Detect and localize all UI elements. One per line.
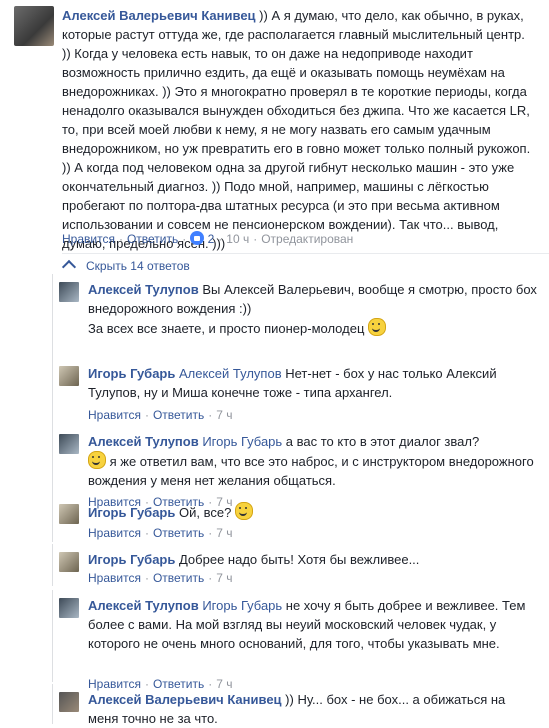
reply-button[interactable]: Ответить [153,408,204,422]
avatar[interactable] [59,552,79,572]
reply-body: Алексей Тулупов Игорь Губарь а вас то кт… [88,432,538,490]
author-name[interactable]: Игорь Губарь [88,366,175,381]
avatar[interactable] [59,504,79,524]
like-button[interactable]: Нравится [88,408,141,422]
reply-item: Алексей Тулупов Игорь Губарь не хочу я б… [52,590,549,691]
mention-tag[interactable]: Игорь Губарь [199,434,282,449]
author-name[interactable]: Алексей Тулупов [88,598,199,613]
timestamp[interactable]: 7 ч [216,571,232,585]
reply-text-line2: я же ответил вам, что все это наброс, и … [88,454,534,488]
reply-item: Игорь Губарь Алексей Тулупов Нет-нет - б… [52,358,549,426]
reply-item: Алексей Валерьевич Канивец )) Ну... бох … [52,684,549,726]
reply-body: Игорь Губарь Алексей Тулупов Нет-нет - б… [88,364,538,402]
mention-tag[interactable]: Игорь Губарь [199,598,282,613]
hide-replies-label: Скрыть 14 ответов [86,259,190,273]
chevron-up-icon [61,259,77,275]
like-button[interactable]: Нравится [88,571,141,585]
reply-item: Игорь Губарь Добрее надо быть! Хотя бы в… [52,544,549,586]
smile-emoji-icon [88,451,106,469]
reply-button[interactable]: Ответить [127,232,178,246]
reply-item: Алексей Тулупов Игорь Губарь а вас то кт… [52,426,549,509]
likes-count[interactable]: 2 [208,232,215,246]
reply-text: Ой, все? [175,505,235,520]
reply-item: Игорь Губарь Ой, все? Нравится · Ответить ·… [52,496,549,542]
like-button[interactable]: Нравится [88,526,141,540]
author-name[interactable]: Алексей Тулупов [88,434,199,449]
comment-actions: Нравится · Ответить · 2 · 10 ч · Отредактирован [62,231,354,246]
author-name[interactable]: Алексей Тулупов [88,282,199,297]
smile-emoji-icon [234,502,253,520]
author-name[interactable]: Алексей Валерьевич Канивец [88,692,282,707]
author-name[interactable]: Алексей Валерьевич Канивец [62,8,256,23]
like-button[interactable]: Нравится [62,232,115,246]
reply-item: Алексей Тулупов Вы Алексей Валерьевич, в… [52,274,549,358]
divider [62,253,549,254]
reply-text: а вас то кто в этот диалог звал? [282,434,480,449]
avatar[interactable] [59,434,79,454]
reply-actions: Нравится · Ответить · 7 ч [88,526,233,540]
avatar[interactable] [59,282,79,302]
reply-body: Игорь Губарь Ой, все? [88,502,538,522]
reply-text-line2: За всех все знаете, и просто пионер-моло… [88,321,368,336]
author-name[interactable]: Игорь Губарь [88,505,175,520]
reply-actions: Нравится · Ответить · 7 ч [88,571,233,585]
reply-button[interactable]: Ответить [153,526,204,540]
hide-replies-link[interactable]: Скрыть 14 ответов [61,256,190,276]
avatar[interactable] [59,692,79,712]
avatar[interactable] [59,598,79,618]
reply-body: Игорь Губарь Добрее надо быть! Хотя бы в… [88,550,538,569]
reply-actions: Нравится · Ответить · 7 ч [88,408,233,422]
reply-body: Алексей Тулупов Игорь Губарь не хочу я б… [88,596,538,653]
like-icon [190,231,205,245]
reply-body: Алексей Тулупов Вы Алексей Валерьевич, в… [88,280,538,338]
mention-tag[interactable]: Алексей Тулупов [175,366,282,381]
timestamp[interactable]: 10 ч [226,232,249,246]
comment-body: Алексей Валерьевич Канивец )) А я думаю,… [62,6,532,253]
reply-text: Добрее надо быть! Хотя бы вежливее... [175,552,420,567]
reply-button[interactable]: Ответить [153,571,204,585]
timestamp[interactable]: 7 ч [216,526,232,540]
comment-text: )) А я думаю, что дело, как обычно, в ру… [62,8,531,251]
smile-emoji-icon [368,318,386,336]
author-name[interactable]: Игорь Губарь [88,552,175,567]
timestamp[interactable]: 7 ч [216,408,232,422]
avatar[interactable] [14,6,54,46]
reply-body: Алексей Валерьевич Канивец )) Ну... бох … [88,690,538,728]
avatar[interactable] [59,366,79,386]
edited-label[interactable]: Отредактирован [261,232,353,246]
